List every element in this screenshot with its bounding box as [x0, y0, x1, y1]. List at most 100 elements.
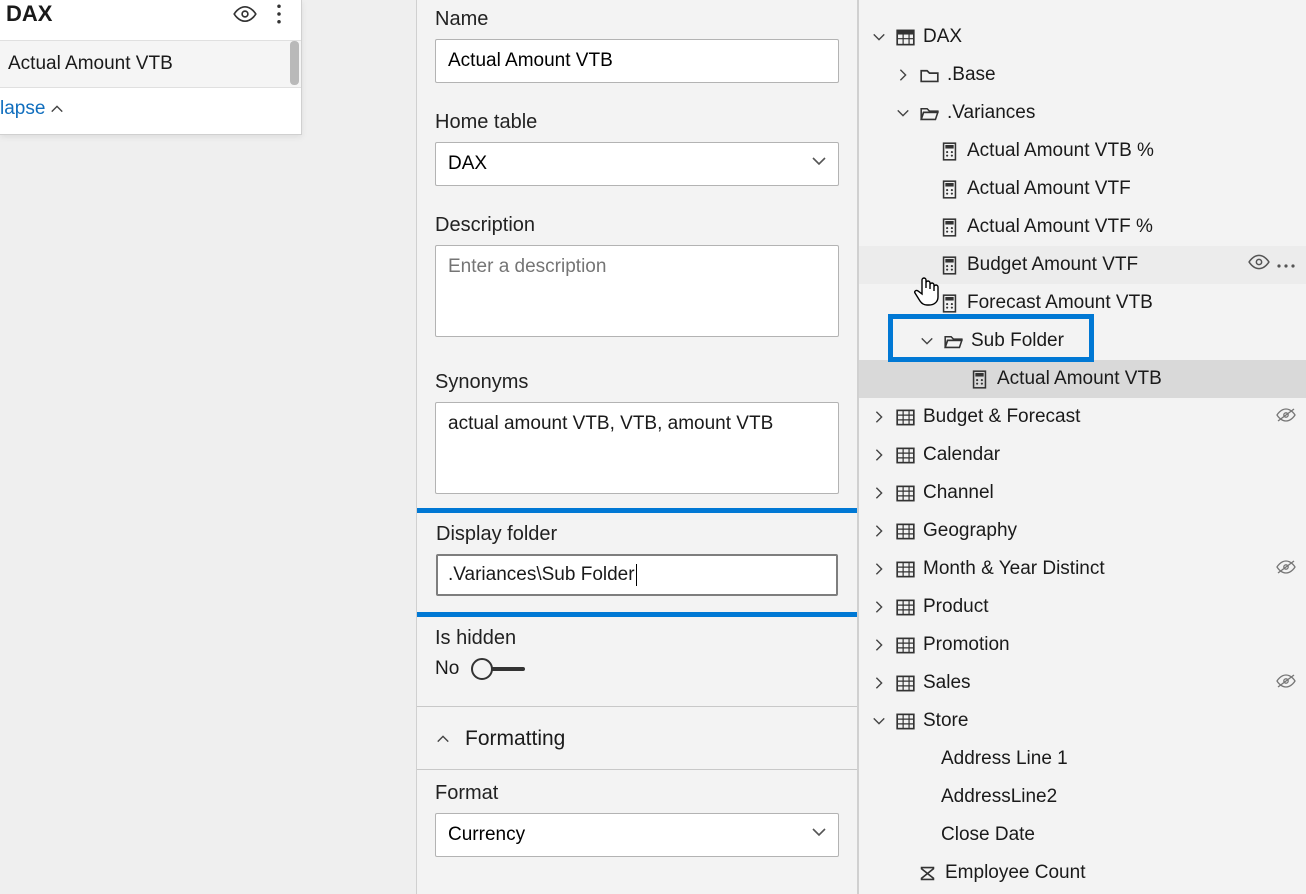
format-label: Format: [435, 782, 839, 805]
tree-measure-selected[interactable]: Actual Amount VTB: [859, 360, 1306, 398]
chevron-right-icon: [895, 67, 911, 83]
tree-column[interactable]: Address Line 1: [859, 740, 1306, 778]
sigma-icon: [917, 863, 937, 883]
visibility-icon[interactable]: [231, 0, 259, 28]
table-icon: [895, 635, 915, 655]
more-options-icon[interactable]: [265, 0, 293, 28]
collapse-link[interactable]: lapse: [0, 88, 301, 134]
selected-measure-text: Actual Amount VTB: [8, 53, 173, 74]
tree-label: Channel: [923, 482, 994, 504]
tree-label: Sales: [923, 672, 971, 694]
table-icon: [895, 407, 915, 427]
chevron-right-icon: [871, 409, 887, 425]
tree-table[interactable]: Promotion: [859, 626, 1306, 664]
tree-measure-hovered[interactable]: Budget Amount VTF: [859, 246, 1306, 284]
tree-folder-variances[interactable]: .Variances: [859, 94, 1306, 132]
chevron-down-icon: [871, 713, 887, 729]
tree-measure[interactable]: Actual Amount VTF %: [859, 208, 1306, 246]
collapse-label: lapse: [0, 98, 45, 120]
table-icon: [895, 483, 915, 503]
tree-label: Budget & Forecast: [923, 406, 1080, 428]
selected-measure-row[interactable]: Actual Amount VTB: [0, 40, 301, 88]
chevron-up-icon: [435, 731, 451, 747]
more-options-icon[interactable]: [1276, 254, 1296, 276]
tree-measure[interactable]: Actual Amount VTF: [859, 170, 1306, 208]
tree-table[interactable]: Month & Year Distinct: [859, 550, 1306, 588]
display-folder-input[interactable]: .Variances\Sub Folder: [436, 554, 838, 596]
tree-column[interactable]: Close Date: [859, 816, 1306, 854]
calculator-icon: [939, 179, 959, 199]
tree-column-aggregate[interactable]: Employee Count: [859, 854, 1306, 892]
hidden-icon: [1276, 672, 1296, 694]
folder-open-icon: [943, 331, 963, 351]
tree-folder-subfolder[interactable]: Sub Folder: [859, 322, 1306, 360]
table-icon: [895, 673, 915, 693]
tree-label: DAX: [923, 26, 962, 48]
tree-label: Budget Amount VTF: [967, 254, 1138, 276]
format-select[interactable]: [435, 813, 839, 857]
text-caret: [636, 564, 637, 586]
description-input[interactable]: [435, 245, 839, 337]
folder-open-icon: [919, 103, 939, 123]
scrollbar-thumb[interactable]: [290, 41, 299, 85]
display-folder-label: Display folder: [436, 523, 838, 546]
fields-pane: DAX .Base .Variances Actual Amount VTB %…: [858, 0, 1306, 894]
tree-table[interactable]: Channel: [859, 474, 1306, 512]
display-folder-highlight: Display folder .Variances\Sub Folder: [416, 508, 858, 617]
home-table-label: Home table: [435, 111, 839, 134]
tree-table[interactable]: Calendar: [859, 436, 1306, 474]
tree-table[interactable]: Geography: [859, 512, 1306, 550]
chevron-right-icon: [871, 523, 887, 539]
chevron-right-icon: [871, 637, 887, 653]
tree-label: Forecast Amount VTB: [967, 292, 1153, 314]
calculator-icon: [939, 141, 959, 161]
tree-table[interactable]: Product: [859, 588, 1306, 626]
description-label: Description: [435, 214, 839, 237]
chevron-down-icon: [871, 29, 887, 45]
display-folder-value: .Variances\Sub Folder: [448, 564, 635, 586]
calculator-icon: [939, 255, 959, 275]
synonyms-input[interactable]: actual amount VTB, VTB, amount VTB: [435, 402, 839, 494]
home-table-select[interactable]: [435, 142, 839, 186]
chevron-up-icon: [49, 101, 65, 117]
calculator-icon: [939, 217, 959, 237]
tree-label: Actual Amount VTF: [967, 178, 1131, 200]
name-input[interactable]: [435, 39, 839, 83]
measure-list-panel: DAX Actual Amount VTB lapse: [0, 0, 302, 135]
tree-label: Actual Amount VTB %: [967, 140, 1154, 162]
formatting-section-header[interactable]: Formatting: [435, 707, 839, 769]
tree-table[interactable]: Budget & Forecast: [859, 398, 1306, 436]
tree-label: AddressLine2: [941, 786, 1057, 808]
tree-label: Promotion: [923, 634, 1010, 656]
tree-label: .Base: [947, 64, 996, 86]
calculator-icon: [939, 293, 959, 313]
tree-label: Employee Count: [945, 862, 1085, 884]
toggle-knob: [471, 658, 493, 680]
properties-pane: Name Home table Description Synonyms act…: [416, 0, 858, 894]
chevron-right-icon: [871, 599, 887, 615]
table-icon: [895, 559, 915, 579]
tree-label: Calendar: [923, 444, 1000, 466]
calculator-icon: [969, 369, 989, 389]
table-icon: [895, 711, 915, 731]
tree-label: Close Date: [941, 824, 1035, 846]
tree-table[interactable]: Sales: [859, 664, 1306, 702]
tree-column[interactable]: AddressLine2: [859, 778, 1306, 816]
tree-measure[interactable]: Forecast Amount VTB: [859, 284, 1306, 322]
tree-table-store[interactable]: Store: [859, 702, 1306, 740]
measure-list-title: DAX: [6, 1, 225, 27]
tree-label: Address Line 1: [941, 748, 1068, 770]
tree-table-dax[interactable]: DAX: [859, 18, 1306, 56]
hidden-icon: [1276, 558, 1296, 580]
table-icon: [895, 27, 915, 47]
visibility-icon[interactable]: [1248, 254, 1270, 276]
table-icon: [895, 445, 915, 465]
chevron-right-icon: [871, 485, 887, 501]
is-hidden-toggle[interactable]: [475, 667, 525, 671]
tree-measure[interactable]: Actual Amount VTB %: [859, 132, 1306, 170]
tree-folder-base[interactable]: .Base: [859, 56, 1306, 94]
is-hidden-label: Is hidden: [435, 627, 839, 650]
is-hidden-value: No: [435, 658, 459, 680]
tree-label: .Variances: [947, 102, 1035, 124]
chevron-right-icon: [871, 447, 887, 463]
